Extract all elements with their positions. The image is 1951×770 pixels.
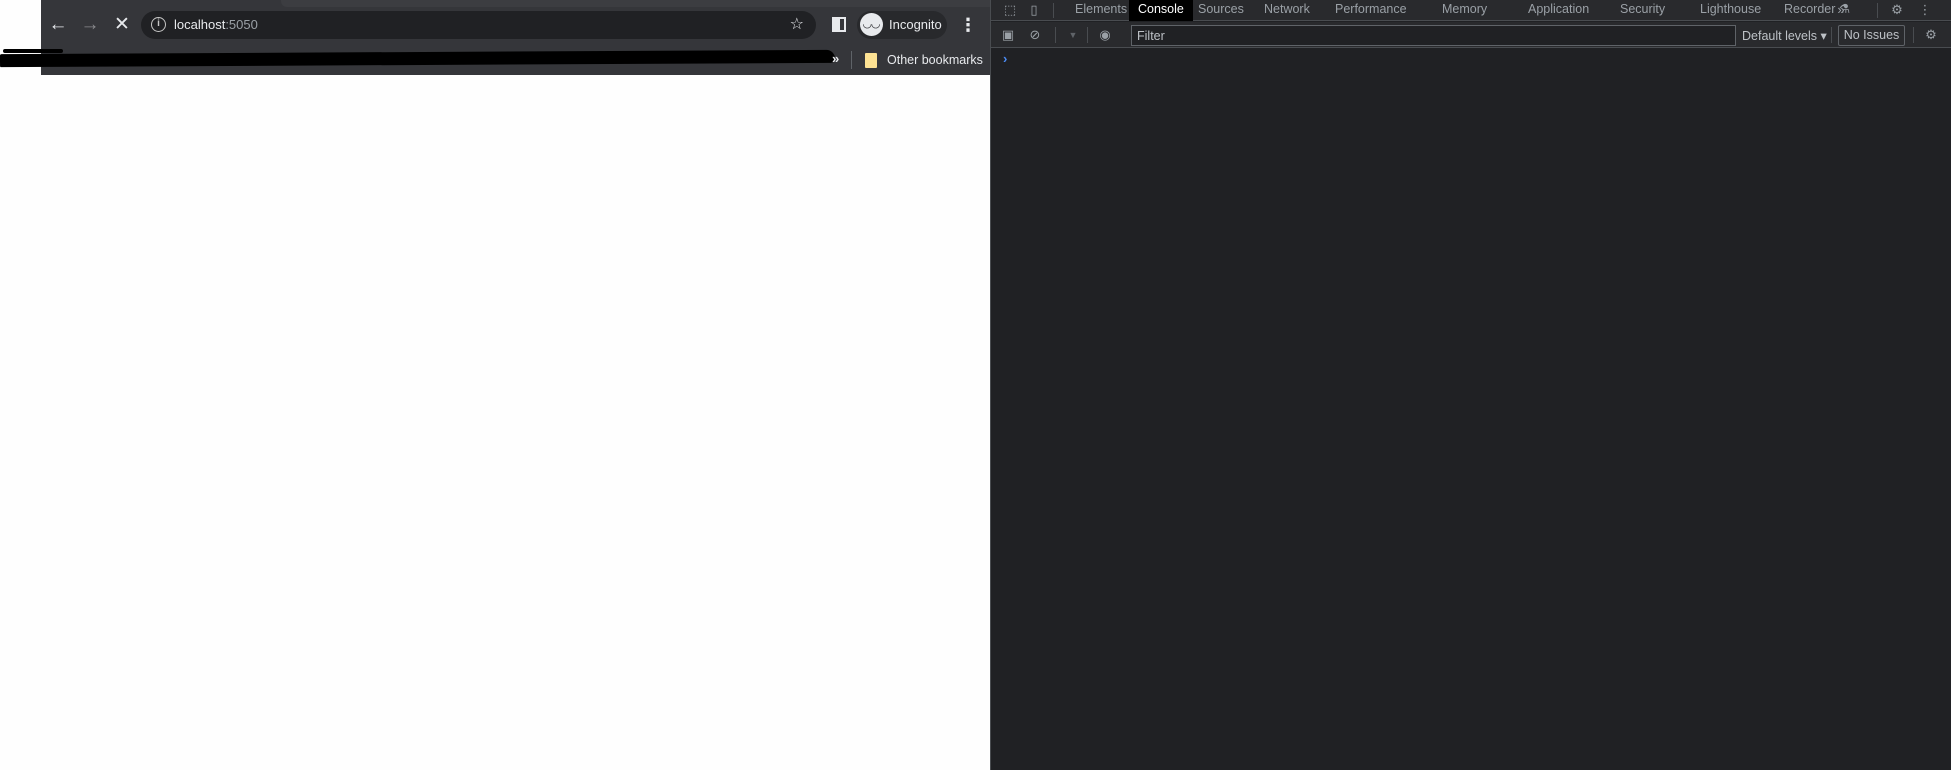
tab-application[interactable]: Application bbox=[1519, 0, 1598, 21]
browser-menu-button[interactable]: ⋮ bbox=[959, 12, 977, 38]
browser-chrome: ← → ✕ i localhost:5050 ☆ ◡◡ Incognito ⋮ … bbox=[0, 0, 990, 75]
close-icon: ✕ bbox=[114, 14, 130, 35]
tab-memory[interactable]: Memory bbox=[1433, 0, 1496, 21]
tab-sources[interactable]: Sources bbox=[1189, 0, 1253, 21]
url-text[interactable]: localhost:5050 bbox=[174, 17, 258, 32]
divider bbox=[1913, 27, 1914, 43]
address-bar[interactable]: i localhost:5050 ☆ bbox=[141, 11, 816, 39]
incognito-icon: ◡◡ bbox=[860, 13, 883, 36]
incognito-label: Incognito bbox=[889, 17, 942, 32]
bookmarks-divider bbox=[851, 51, 852, 69]
stop-loading-button[interactable]: ✕ bbox=[109, 12, 135, 38]
issues-button[interactable]: No Issues bbox=[1838, 25, 1905, 46]
bookmarks-overflow-button[interactable]: » bbox=[832, 51, 839, 66]
devtools-menu-icon[interactable]: ⋮ bbox=[1917, 2, 1933, 18]
devtools-tab-bar: ⬚ ▯ Elements Console Sources Network Perform… bbox=[991, 0, 1951, 21]
url-port: :5050 bbox=[225, 17, 258, 32]
other-bookmarks-button[interactable]: Other bookmarks bbox=[887, 53, 983, 67]
live-expression-eye-icon[interactable]: ◉ bbox=[1097, 27, 1113, 43]
divider bbox=[1055, 27, 1056, 43]
forward-arrow-icon: → bbox=[80, 14, 100, 35]
bookmark-star-icon[interactable]: ☆ bbox=[790, 14, 804, 34]
site-info-icon[interactable]: i bbox=[151, 17, 166, 32]
divider bbox=[1831, 27, 1832, 43]
console-settings-gear-icon[interactable]: ⚙ bbox=[1923, 27, 1939, 43]
clear-console-icon[interactable]: ⊘ bbox=[1027, 27, 1043, 43]
settings-gear-icon[interactable]: ⚙ bbox=[1889, 2, 1905, 18]
console-prompt[interactable]: › bbox=[1003, 51, 1007, 66]
forward-button[interactable]: → bbox=[77, 12, 103, 38]
bookmarks-bar: » Other bookmarks bbox=[0, 46, 990, 74]
divider bbox=[1877, 3, 1878, 18]
tab-network[interactable]: Network bbox=[1255, 0, 1319, 21]
devtools-panel: ⬚ ▯ Elements Console Sources Network Perform… bbox=[990, 0, 1951, 770]
inspect-element-icon[interactable]: ⬚ bbox=[1002, 2, 1018, 18]
device-toolbar-icon[interactable]: ▯ bbox=[1026, 2, 1042, 18]
divider bbox=[1087, 27, 1088, 43]
side-panel-icon[interactable] bbox=[832, 17, 846, 32]
url-host: localhost bbox=[174, 17, 226, 32]
context-dropdown-icon[interactable]: ▼ bbox=[1065, 27, 1081, 43]
console-toolbar: ▣ ⊘ ▼ ◉ Filter Default levels ▾ No Issue… bbox=[991, 22, 1951, 48]
redacted-bookmarks bbox=[0, 49, 836, 68]
tab-console[interactable]: Console bbox=[1129, 0, 1193, 21]
tab-security[interactable]: Security bbox=[1611, 0, 1674, 21]
divider bbox=[1053, 3, 1054, 18]
incognito-profile-button[interactable]: ◡◡ Incognito bbox=[857, 11, 947, 39]
page-viewport bbox=[0, 0, 990, 770]
sidebar-toggle-icon[interactable]: ▣ bbox=[1000, 27, 1016, 43]
console-filter-input[interactable]: Filter bbox=[1131, 25, 1736, 46]
browser-toolbar: ← → ✕ i localhost:5050 ☆ ◡◡ Incognito ⋮ bbox=[41, 8, 990, 42]
filter-placeholder: Filter bbox=[1137, 29, 1165, 43]
more-tabs-icon[interactable]: » bbox=[1833, 2, 1849, 18]
tab-lighthouse[interactable]: Lighthouse bbox=[1691, 0, 1770, 21]
log-levels-dropdown[interactable]: Default levels ▾ bbox=[1742, 28, 1827, 43]
tab-strip bbox=[281, 0, 990, 7]
folder-icon bbox=[865, 53, 877, 68]
tab-elements[interactable]: Elements bbox=[1066, 0, 1136, 21]
tab-performance[interactable]: Performance bbox=[1326, 0, 1416, 21]
back-arrow-icon: ← bbox=[48, 14, 68, 35]
back-button[interactable]: ← bbox=[45, 12, 71, 38]
redaction-stroke bbox=[3, 49, 63, 53]
